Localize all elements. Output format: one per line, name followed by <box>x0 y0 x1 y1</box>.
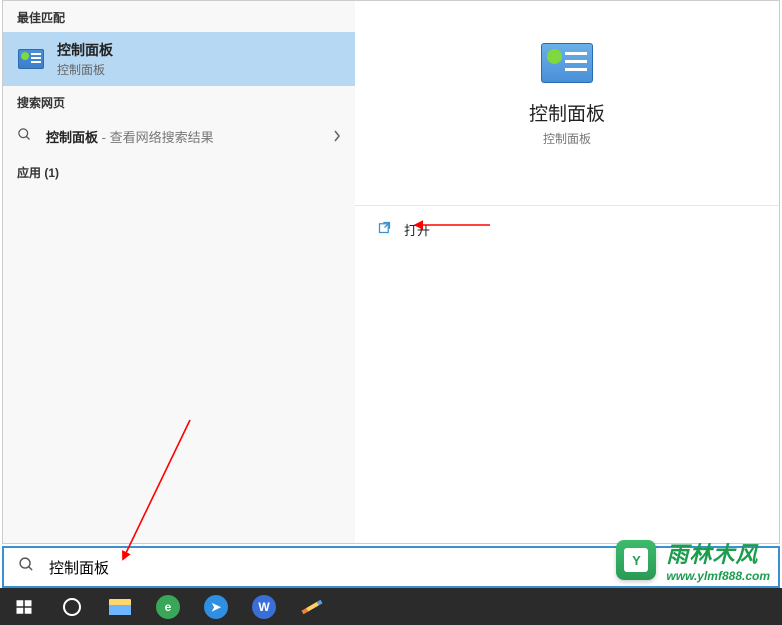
open-external-icon <box>377 220 392 239</box>
result-subtitle: 控制面板 <box>57 61 113 78</box>
watermark: Y 雨林木风 www.ylmf888.com <box>616 537 770 583</box>
watermark-brand: 雨林木风 <box>666 537 770 569</box>
results-column: 最佳匹配 控制面板 控制面板 搜索网页 控制面板 - 查看网络搜索结果 应 <box>3 1 355 543</box>
control-panel-icon <box>17 45 45 73</box>
section-header-apps: 应用 (1) <box>3 156 355 187</box>
start-button[interactable] <box>0 588 48 625</box>
preview-column: 控制面板 控制面板 打开 <box>355 1 779 543</box>
file-explorer-button[interactable] <box>96 588 144 625</box>
file-explorer-icon <box>109 599 131 615</box>
thunder-button[interactable]: ➤ <box>192 588 240 625</box>
thunder-icon: ➤ <box>204 595 228 619</box>
watermark-logo: Y <box>616 540 656 580</box>
section-header-web: 搜索网页 <box>3 86 355 117</box>
cortana-circle-icon <box>63 598 81 616</box>
result-control-panel[interactable]: 控制面板 控制面板 <box>3 32 355 86</box>
wps-icon: W <box>252 595 276 619</box>
control-panel-large-icon <box>536 39 598 87</box>
result-title: 控制面板 <box>57 40 113 60</box>
pencil-icon <box>301 599 322 613</box>
preview-title: 控制面板 <box>529 99 605 126</box>
search-icon <box>17 127 32 146</box>
watermark-url: www.ylmf888.com <box>666 569 770 583</box>
open-action[interactable]: 打开 <box>355 206 779 253</box>
open-label: 打开 <box>404 220 430 239</box>
preview-subtitle: 控制面板 <box>543 130 591 147</box>
result-text: 控制面板 控制面板 <box>57 40 113 78</box>
preview-header: 控制面板 控制面板 <box>355 29 779 185</box>
browser-360-icon: e <box>156 595 180 619</box>
browser-button[interactable]: e <box>144 588 192 625</box>
search-icon <box>18 556 35 578</box>
taskbar: e ➤ W <box>0 588 782 625</box>
wps-button[interactable]: W <box>240 588 288 625</box>
section-header-best-match: 最佳匹配 <box>3 1 355 32</box>
chevron-right-icon <box>333 129 341 145</box>
web-result-text: 控制面板 - 查看网络搜索结果 <box>46 127 214 146</box>
windows-start-icon <box>15 598 33 616</box>
cortana-button[interactable] <box>48 588 96 625</box>
pencil-button[interactable] <box>288 588 336 625</box>
web-search-result[interactable]: 控制面板 - 查看网络搜索结果 <box>3 117 355 156</box>
windows-search-panel: 最佳匹配 控制面板 控制面板 搜索网页 控制面板 - 查看网络搜索结果 应 <box>2 0 780 544</box>
